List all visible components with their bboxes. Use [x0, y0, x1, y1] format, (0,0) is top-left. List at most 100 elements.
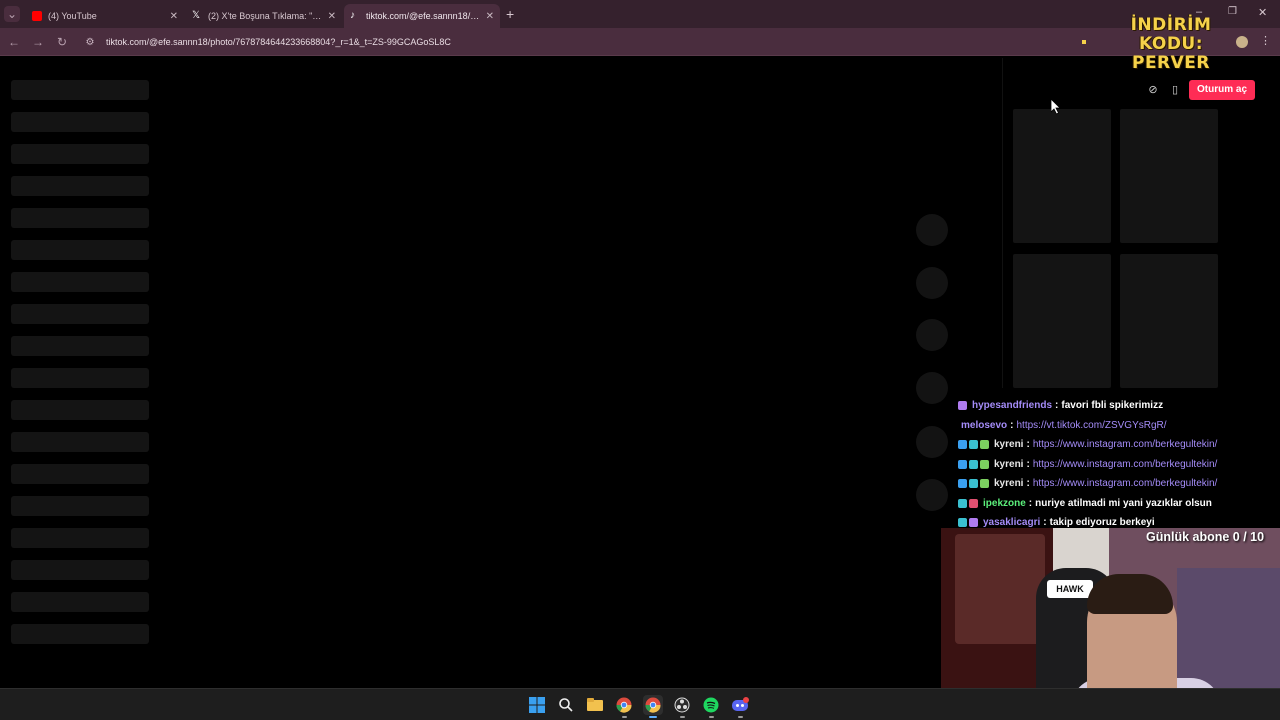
- skeleton-row: [11, 592, 149, 612]
- chair-logo: HAWK: [1047, 580, 1093, 598]
- obs-icon[interactable]: [672, 695, 692, 718]
- running-indicator: [738, 716, 743, 718]
- skeleton-row: [11, 528, 149, 548]
- skeleton-row: [11, 208, 149, 228]
- phone-icon[interactable]: ▯: [1167, 82, 1183, 98]
- skeleton-card: [1120, 109, 1218, 243]
- close-tab-icon[interactable]: ✕: [170, 11, 178, 22]
- chat-separator: :: [1043, 517, 1047, 529]
- reload-icon[interactable]: ↻: [54, 34, 70, 50]
- skeleton-action-button: [916, 426, 948, 458]
- chat-username: ipekzone: [983, 497, 1026, 509]
- tab-title: (2) X'te Boşuna Tıklama: "Manil: [208, 11, 322, 21]
- taskbar-icons: [527, 693, 750, 718]
- chat-badge-icon: [958, 440, 967, 450]
- chat-username: hypesandfriends: [972, 400, 1053, 412]
- chrome-active-icon[interactable]: [643, 695, 663, 718]
- close-window-icon[interactable]: ✕: [1258, 6, 1267, 19]
- chat-badge-icon: [958, 459, 967, 469]
- skeleton-row: [11, 112, 149, 132]
- back-icon[interactable]: ←: [6, 34, 22, 50]
- chat-badge-icon: [958, 479, 967, 489]
- spotify-icon[interactable]: [701, 695, 721, 718]
- skeleton-action-button: [916, 479, 948, 511]
- webcam-poster: [955, 534, 1045, 644]
- skeleton-row: [11, 240, 149, 260]
- chat-badge-icon: [969, 498, 978, 508]
- chat-badge-icon: [980, 459, 989, 469]
- tiktok-icon: ♪: [350, 10, 355, 21]
- skeleton-action-button: [916, 214, 948, 246]
- address-bar-row: ← → ↻ ⚙ tiktok.com/@efe.sannn18/photo/76…: [0, 28, 1280, 56]
- forward-icon[interactable]: →: [30, 34, 46, 50]
- tab-youtube[interactable]: (4) YouTube ✕: [26, 4, 184, 28]
- chat-text: favori fbli spikerimizz: [1061, 400, 1164, 412]
- chat-link[interactable]: https://www.instagram.com/berkegultekin/: [1033, 439, 1218, 450]
- skeleton-action-button: [916, 372, 948, 404]
- chat-message: kyreni: https://www.instagram.com/berkegu…: [958, 435, 1278, 455]
- site-info-icon[interactable]: ⚙: [84, 37, 96, 48]
- chat-separator: :: [1028, 497, 1033, 509]
- file-explorer-icon[interactable]: [585, 695, 605, 715]
- extension-icon[interactable]: [1082, 40, 1086, 44]
- active-indicator: [649, 716, 657, 718]
- skeleton-row: [11, 624, 149, 644]
- promo-line-2: PERVER: [1131, 53, 1211, 73]
- discord-icon[interactable]: [730, 695, 750, 718]
- running-indicator: [709, 716, 714, 718]
- chat-badge-icon: [980, 440, 989, 450]
- promo-code-overlay: İNDİRİM KODU: PERVER: [1096, 16, 1246, 73]
- running-indicator: [622, 716, 627, 718]
- chat-message: kyreni: https://www.instagram.com/berkegu…: [958, 474, 1278, 494]
- x-icon: 𝕏: [192, 10, 201, 21]
- skeleton-row: [11, 560, 149, 580]
- skeleton-row: [11, 464, 149, 484]
- chat-separator: :: [1010, 419, 1014, 431]
- windows-taskbar: [0, 688, 1280, 720]
- chat-message: kyreni: https://www.instagram.com/berkegu…: [958, 455, 1278, 475]
- tab-search-chevron-icon[interactable]: ⌄: [4, 6, 20, 22]
- chat-badge-icon: [958, 401, 967, 411]
- skeleton-row: [11, 80, 149, 100]
- login-button[interactable]: Oturum aç: [1189, 80, 1256, 100]
- skeleton-row: [11, 432, 149, 452]
- tab-x[interactable]: 𝕏 (2) X'te Boşuna Tıklama: "Manil ✕: [186, 4, 342, 28]
- chat-link[interactable]: https://www.instagram.com/berkegultekin/: [1033, 478, 1218, 489]
- promo-line-1: İNDİRİM KODU:: [1130, 15, 1212, 54]
- tab-tiktok[interactable]: ♪ tiktok.com/@efe.sannn18/phot ✕: [344, 4, 500, 28]
- chat-message: ipekzone: nuriye atilmadi mi yani yazıkla…: [958, 494, 1278, 514]
- menu-kebab-icon[interactable]: ⋮: [1260, 34, 1271, 47]
- chat-separator: :: [1026, 478, 1030, 490]
- chat-separator: :: [1026, 439, 1030, 451]
- compass-icon[interactable]: ⊘: [1145, 82, 1161, 98]
- windows-start-icon[interactable]: [527, 695, 547, 715]
- skeleton-row: [11, 272, 149, 292]
- running-indicator: [680, 716, 685, 718]
- chat-badge-icon: [980, 479, 989, 489]
- skeleton-row: [11, 368, 149, 388]
- chat-username: yasaklicagri: [983, 517, 1041, 529]
- close-tab-icon[interactable]: ✕: [328, 11, 336, 22]
- skeleton-row: [11, 304, 149, 324]
- skeleton-row: [11, 144, 149, 164]
- skeleton-card: [1013, 254, 1111, 388]
- chat-link[interactable]: https://vt.tiktok.com/ZSVGYsRgR/: [1016, 420, 1166, 431]
- chat-username: kyreni: [994, 478, 1024, 490]
- skeleton-row: [11, 336, 149, 356]
- skeleton-action-button: [916, 267, 948, 299]
- search-icon[interactable]: [556, 695, 576, 715]
- chat-message: hypesandfriends: favori fbli spikerimizz: [958, 396, 1278, 416]
- chat-username: melosevo: [961, 419, 1008, 431]
- skeleton-card: [1013, 109, 1111, 243]
- chat-username: kyreni: [994, 458, 1024, 470]
- url-field[interactable]: ⚙ tiktok.com/@efe.sannn18/photo/76787846…: [84, 32, 1074, 52]
- mouse-cursor-icon: [1051, 99, 1061, 115]
- new-tab-button[interactable]: +: [506, 6, 514, 22]
- chat-badge-icon: [958, 498, 967, 508]
- chat-badge-icon: [969, 518, 978, 528]
- url-text: tiktok.com/@efe.sannn18/photo/7678784644…: [106, 37, 451, 47]
- chrome-icon[interactable]: [614, 695, 634, 718]
- close-tab-icon[interactable]: ✕: [486, 11, 494, 22]
- chat-link[interactable]: https://www.instagram.com/berkegultekin/: [1033, 459, 1218, 470]
- chat-separator: :: [1026, 458, 1030, 470]
